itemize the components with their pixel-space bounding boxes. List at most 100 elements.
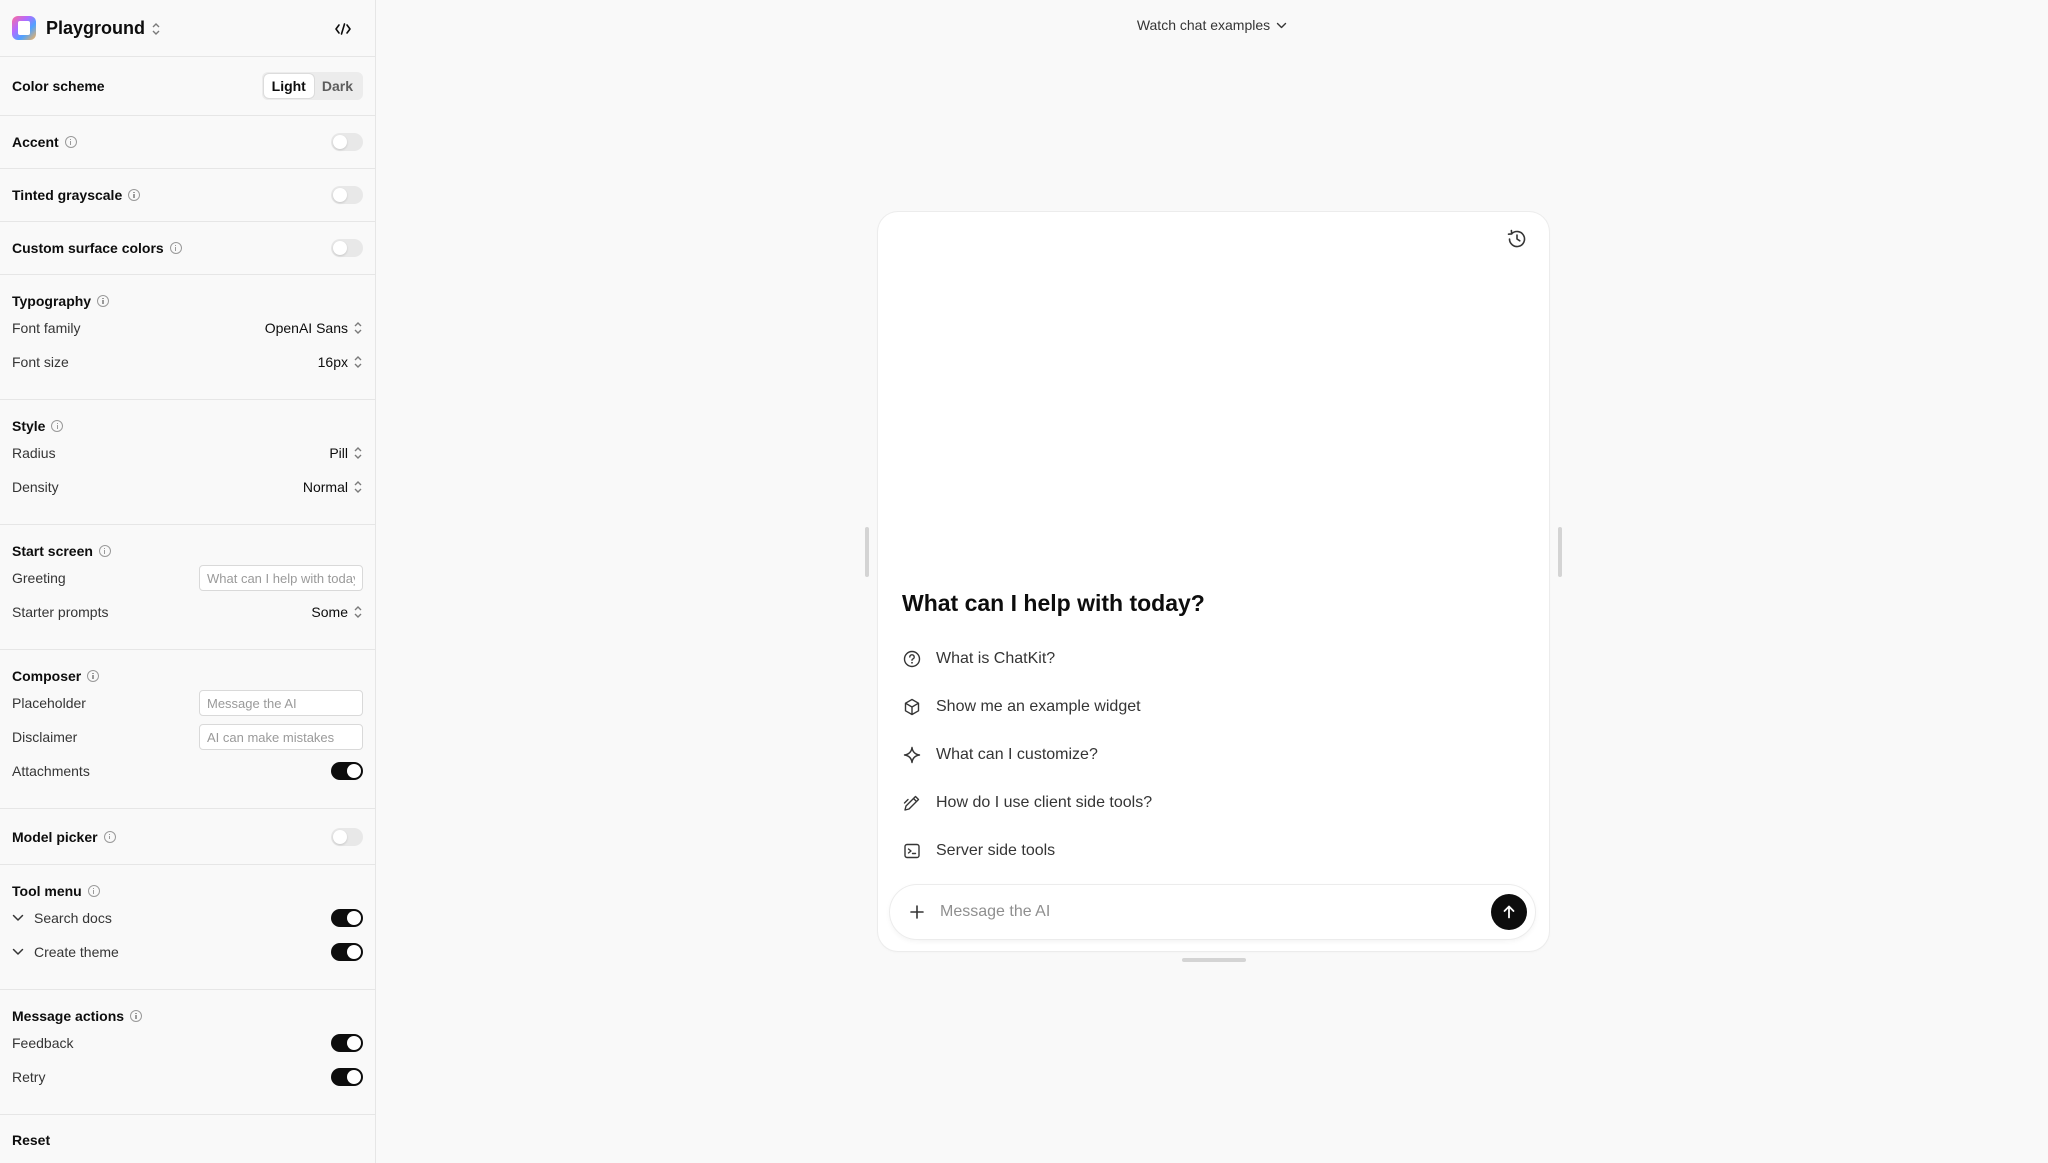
- retry-label: Retry: [12, 1069, 46, 1085]
- tool-menu-label: Tool menu: [12, 883, 82, 899]
- radius-label: Radius: [12, 445, 56, 461]
- updown-chevron-icon: [353, 321, 363, 335]
- starter-prompts-label: Starter prompts: [12, 604, 109, 620]
- disclaimer-input[interactable]: [199, 724, 363, 750]
- chat-panel: What can I help with today? What is Chat…: [878, 212, 1549, 951]
- search-docs-label: Search docs: [34, 910, 112, 926]
- resize-handle-bottom[interactable]: [1182, 958, 1246, 962]
- feedback-label: Feedback: [12, 1035, 74, 1051]
- greeting-label: Greeting: [12, 570, 66, 586]
- message-actions-label: Message actions: [12, 1008, 125, 1024]
- sidebar-header: Playground: [0, 0, 375, 57]
- disclaimer-label: Disclaimer: [12, 729, 78, 745]
- greeting-input[interactable]: [199, 565, 363, 591]
- color-scheme-segmented: Light Dark: [261, 72, 363, 100]
- color-scheme-section: Color scheme Light Dark: [0, 57, 375, 116]
- info-icon[interactable]: [128, 189, 141, 201]
- info-icon[interactable]: [103, 830, 116, 843]
- tinted-grayscale-toggle[interactable]: [331, 186, 363, 204]
- arrow-up-icon: [1503, 905, 1515, 919]
- add-attachment-button[interactable]: [906, 901, 928, 923]
- updown-chevron-icon: [353, 446, 363, 460]
- pencil-icon: [903, 795, 920, 811]
- tool-menu-section: Tool menu Search docs Create theme: [0, 865, 375, 990]
- chevron-down-icon: [1276, 22, 1287, 28]
- sparkle-icon: [903, 746, 921, 764]
- info-icon[interactable]: [87, 885, 100, 897]
- style-section: Style Radius Pill Density Normal: [0, 400, 375, 525]
- chat-greeting: What can I help with today?: [902, 590, 1205, 616]
- watch-examples-label: Watch chat examples: [1136, 17, 1271, 33]
- updown-chevron-icon: [151, 22, 161, 36]
- search-docs-toggle[interactable]: [331, 909, 363, 927]
- style-label: Style: [12, 418, 46, 434]
- watch-examples-dropdown[interactable]: Watch chat examples: [376, 17, 2048, 33]
- start-screen-section: Start screen Greeting Starter prompts So…: [0, 525, 375, 650]
- model-picker-section: Model picker: [0, 809, 375, 865]
- starter-prompts-select[interactable]: Some: [311, 604, 363, 620]
- info-icon[interactable]: [87, 670, 100, 682]
- starter-prompts-list: What is ChatKit? Show me an example widg…: [902, 635, 1152, 875]
- font-size-select[interactable]: 16px: [318, 354, 363, 370]
- feedback-toggle[interactable]: [331, 1034, 363, 1052]
- message-input[interactable]: [940, 903, 1491, 921]
- create-theme-expander[interactable]: Create theme: [12, 944, 119, 960]
- composer-section: Composer Placeholder Disclaimer Attachme…: [0, 650, 375, 809]
- chat-composer: [890, 885, 1535, 939]
- starter-prompt[interactable]: How do I use client side tools?: [902, 779, 1152, 827]
- terminal-icon: [904, 843, 920, 859]
- code-icon[interactable]: [329, 15, 357, 43]
- info-icon[interactable]: [97, 295, 110, 307]
- updown-chevron-icon: [353, 605, 363, 619]
- history-icon[interactable]: [1505, 227, 1529, 251]
- tinted-grayscale-section: Tinted grayscale: [0, 169, 375, 222]
- placeholder-input[interactable]: [199, 690, 363, 716]
- composer-label: Composer: [12, 668, 82, 684]
- tinted-grayscale-label: Tinted grayscale: [12, 187, 123, 203]
- placeholder-label: Placeholder: [12, 695, 86, 711]
- info-icon[interactable]: [169, 242, 182, 254]
- accent-section: Accent: [0, 116, 375, 169]
- custom-surface-label: Custom surface colors: [12, 240, 164, 256]
- plus-icon: [910, 905, 924, 919]
- send-button[interactable]: [1491, 894, 1527, 930]
- typography-label: Typography: [12, 293, 92, 309]
- updown-chevron-icon: [353, 480, 363, 494]
- typography-section: Typography Font family OpenAI Sans Font …: [0, 275, 375, 400]
- info-icon[interactable]: [130, 1010, 143, 1022]
- app-title-switcher[interactable]: Playground: [46, 18, 161, 39]
- density-select[interactable]: Normal: [303, 479, 363, 495]
- starter-prompt[interactable]: Show me an example widget: [902, 683, 1152, 731]
- sidebar: Playground Color scheme Light Dark Accen…: [0, 0, 376, 1163]
- create-theme-toggle[interactable]: [331, 943, 363, 961]
- start-screen-label: Start screen: [12, 543, 93, 559]
- chevron-down-icon: [12, 914, 24, 921]
- cube-icon: [904, 698, 920, 716]
- model-picker-toggle[interactable]: [331, 827, 363, 846]
- search-docs-expander[interactable]: Search docs: [12, 910, 112, 926]
- font-family-label: Font family: [12, 320, 81, 336]
- attachments-label: Attachments: [12, 763, 90, 779]
- attachments-toggle[interactable]: [331, 762, 363, 780]
- font-size-label: Font size: [12, 354, 69, 370]
- starter-prompt[interactable]: Server side tools: [902, 827, 1152, 875]
- reset-button[interactable]: Reset: [12, 1132, 50, 1148]
- updown-chevron-icon: [353, 355, 363, 369]
- font-family-select[interactable]: OpenAI Sans: [265, 320, 363, 336]
- info-icon[interactable]: [98, 545, 111, 557]
- color-scheme-dark[interactable]: Dark: [314, 74, 361, 98]
- radius-select[interactable]: Pill: [329, 445, 363, 461]
- accent-toggle[interactable]: [331, 133, 363, 151]
- starter-prompt[interactable]: What is ChatKit?: [902, 635, 1152, 683]
- app-logo: [12, 16, 36, 40]
- starter-prompt[interactable]: What can I customize?: [902, 731, 1152, 779]
- info-icon[interactable]: [64, 136, 77, 148]
- create-theme-label: Create theme: [34, 944, 119, 960]
- resize-handle-right[interactable]: [1558, 527, 1562, 577]
- color-scheme-light[interactable]: Light: [263, 74, 314, 98]
- info-icon[interactable]: [51, 420, 64, 432]
- resize-handle-left[interactable]: [865, 527, 869, 577]
- custom-surface-toggle[interactable]: [331, 239, 363, 257]
- retry-toggle[interactable]: [331, 1068, 363, 1086]
- accent-label: Accent: [12, 134, 59, 150]
